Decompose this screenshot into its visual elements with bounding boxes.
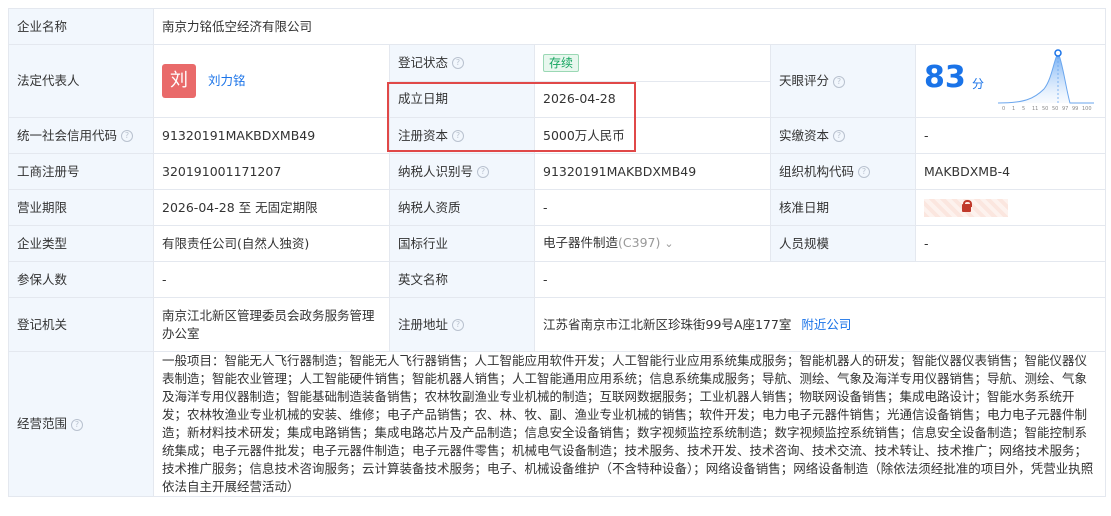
tianyan-label-cell: 天眼评分? <box>770 44 916 118</box>
reg-authority-label: 登记机关 <box>8 297 154 352</box>
axis-tick: 5 <box>1022 106 1025 111</box>
axis-tick: 50 <box>1042 106 1048 111</box>
biz-scope-value: 一般项目：智能无人飞行器制造；智能无人飞行器销售；人工智能应用软件开发；人工智能… <box>152 351 1107 497</box>
avatar[interactable]: 刘 <box>162 64 196 98</box>
english-name-value: - <box>533 261 1107 298</box>
taxpayer-qual-value: - <box>534 189 771 226</box>
org-code-label-cell: 组织机构代码? <box>770 153 916 190</box>
nearby-company-link[interactable]: 附近公司 <box>801 317 851 332</box>
axis-tick: 1 <box>1012 106 1015 111</box>
score-distribution-chart-icon: 0 1 5 11 50 50 97 99 100 <box>997 49 1094 111</box>
highlight-box <box>387 82 636 152</box>
help-icon[interactable]: ? <box>71 418 84 431</box>
score-widget[interactable]: 83 分 0 1 5 11 50 50 97 99 100 <box>916 45 1105 117</box>
tianyan-score-unit: 分 <box>972 77 985 91</box>
biz-reg-no-value: 320191001171207 <box>153 153 390 190</box>
credit-code-label-cell: 统一社会信用代码? <box>8 117 154 154</box>
help-icon[interactable]: ? <box>452 319 465 331</box>
credit-code-label: 统一社会信用代码 <box>17 127 118 143</box>
help-icon[interactable]: ? <box>121 130 134 142</box>
industry-value: 电子器件制造 <box>543 235 619 250</box>
biz-scope-label: 经营范围 <box>17 416 68 431</box>
row-biz-term: 营业期限 2026-04-28 至 无固定期限 纳税人资质 - 核准日期 <box>8 189 1107 226</box>
axis-tick: 0 <box>1002 106 1005 111</box>
chevron-down-icon[interactable]: ⌄ <box>664 237 673 250</box>
biz-term-label: 营业期限 <box>8 189 154 226</box>
row-company-name: 企业名称 南京力铭低空经济有限公司 <box>8 8 1107 45</box>
insured-label: 参保人数 <box>8 261 154 298</box>
axis-tick: 99 <box>1072 106 1078 111</box>
tianyan-score: 83 <box>924 60 966 95</box>
company-name-label: 企业名称 <box>8 8 154 45</box>
reg-status-label-cell: 登记状态? <box>389 44 535 82</box>
axis-tick: 11 <box>1032 106 1038 111</box>
row-reg-authority: 登记机关 南京江北新区管理委员会政务服务管理办公室 注册地址? 江苏省南京市江北… <box>8 297 1107 352</box>
row-legal-rep: 法定代表人 刘 刘力铭 登记状态? 存续 天眼评分? 83 分 0 1 5 11… <box>8 44 1107 118</box>
industry-code: (C397) <box>618 235 661 250</box>
reg-status-label: 登记状态 <box>398 54 449 70</box>
industry-label: 国标行业 <box>389 225 535 262</box>
paid-capital-value: - <box>914 117 1107 154</box>
help-icon[interactable]: ? <box>833 130 846 142</box>
reg-address-value: 江苏省南京市江北新区珍珠街99号A座177室 <box>543 316 792 332</box>
lock-icon[interactable] <box>924 198 1008 217</box>
taxpayer-id-value: 91320191MAKBDXMB49 <box>534 153 771 190</box>
legal-rep-label: 法定代表人 <box>8 44 154 118</box>
approval-date-label: 核准日期 <box>770 189 916 226</box>
legal-rep-cell: 刘 刘力铭 <box>153 44 390 118</box>
insured-value: - <box>153 261 390 298</box>
biz-term-value: 2026-04-28 至 无固定期限 <box>153 189 390 226</box>
company-name-value: 南京力铭低空经济有限公司 <box>152 8 1107 45</box>
axis-tick: 97 <box>1062 106 1068 111</box>
industry-cell[interactable]: 电子器件制造(C397) ⌄ <box>534 225 771 262</box>
paid-capital-label-cell: 实缴资本? <box>770 117 916 154</box>
row-company-type: 企业类型 有限责任公司(自然人独资) 国标行业 电子器件制造(C397) ⌄ 人… <box>8 225 1107 262</box>
row-biz-reg-no: 工商注册号 320191001171207 纳税人识别号? 91320191MA… <box>8 153 1107 190</box>
taxpayer-id-label: 纳税人识别号 <box>398 163 474 179</box>
status-badge: 存续 <box>543 53 580 72</box>
tianyan-score-cell[interactable]: 83 分 0 1 5 11 50 50 97 99 100 <box>914 44 1107 118</box>
biz-scope-label-cell: 经营范围? <box>8 351 154 497</box>
staff-size-value: - <box>914 225 1107 262</box>
axis-tick: 50 <box>1052 106 1058 111</box>
help-icon[interactable]: ? <box>858 166 871 178</box>
reg-authority-value: 南京江北新区管理委员会政务服务管理办公室 <box>153 297 390 352</box>
reg-address-label: 注册地址 <box>398 316 449 332</box>
org-code-label: 组织机构代码 <box>779 163 855 179</box>
english-name-label: 英文名称 <box>389 261 535 298</box>
help-icon[interactable]: ? <box>833 75 846 88</box>
company-type-label: 企业类型 <box>8 225 154 262</box>
reg-address-label-cell: 注册地址? <box>389 297 535 352</box>
row-biz-scope: 经营范围? 一般项目：智能无人飞行器制造；智能无人飞行器销售；人工智能应用软件开… <box>8 351 1107 497</box>
credit-code-value: 91320191MAKBDXMB49 <box>153 117 390 154</box>
row-insured: 参保人数 - 英文名称 - <box>8 261 1107 298</box>
taxpayer-id-label-cell: 纳税人识别号? <box>389 153 535 190</box>
reg-address-cell: 江苏省南京市江北新区珍珠街99号A座177室 附近公司 <box>533 297 1107 352</box>
org-code-value: MAKBDXMB-4 <box>914 153 1107 190</box>
axis-tick: 100 <box>1082 106 1092 111</box>
tianyan-label: 天眼评分 <box>779 73 830 88</box>
approval-date-cell <box>914 189 1107 226</box>
reg-status-cell: 存续 <box>534 44 771 82</box>
help-icon[interactable]: ? <box>477 166 490 178</box>
legal-rep-name-link[interactable]: 刘力铭 <box>208 73 246 88</box>
biz-reg-no-label: 工商注册号 <box>8 153 154 190</box>
company-type-value: 有限责任公司(自然人独资) <box>153 225 390 262</box>
paid-capital-label: 实缴资本 <box>779 127 830 143</box>
help-icon[interactable]: ? <box>452 57 465 70</box>
staff-size-label: 人员规模 <box>770 225 916 262</box>
taxpayer-qual-label: 纳税人资质 <box>389 189 535 226</box>
